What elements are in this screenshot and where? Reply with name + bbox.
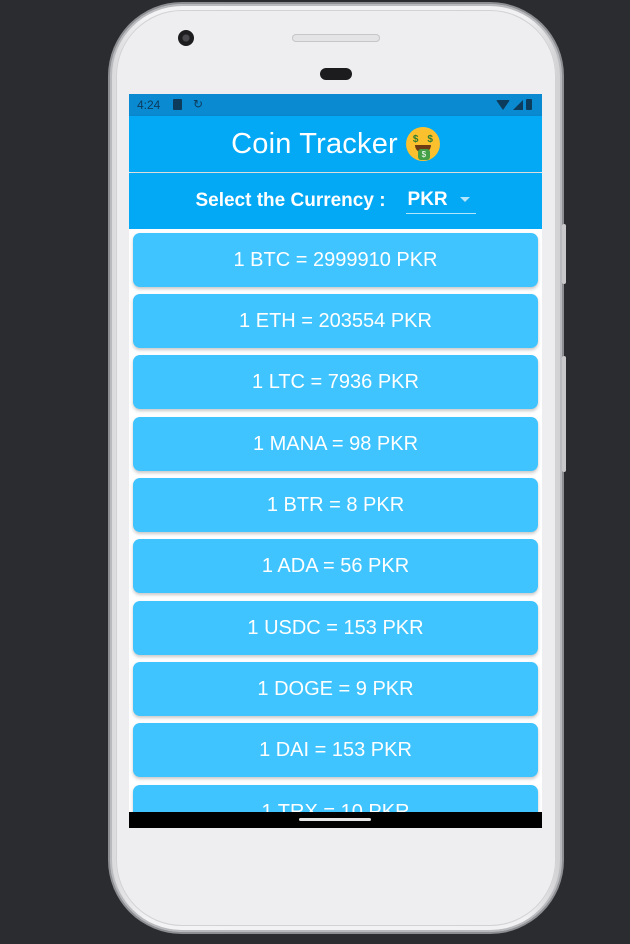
app-screen: 4:24 ↻ Coin Tracker $ $ $ Select the Curr… — [129, 94, 542, 828]
status-time: 4:24 — [137, 98, 161, 112]
app-bar: Coin Tracker $ $ $ — [129, 116, 542, 172]
sd-card-icon — [173, 99, 182, 110]
earpiece — [320, 68, 352, 80]
front-camera-icon — [178, 30, 194, 46]
coin-card-ltc[interactable]: 1 LTC = 7936 PKR — [133, 355, 538, 409]
dropdown-arrow-icon — [459, 197, 470, 202]
coin-card-ada[interactable]: 1 ADA = 56 PKR — [133, 539, 538, 593]
coin-card-eth[interactable]: 1 ETH = 203554 PKR — [133, 294, 538, 348]
wifi-icon — [496, 99, 510, 110]
volume-button — [562, 356, 566, 472]
signal-icon — [513, 99, 523, 110]
speaker-grille — [292, 34, 380, 42]
app-title: Coin Tracker — [231, 127, 398, 160]
coin-card-dai[interactable]: 1 DAI = 153 PKR — [133, 723, 538, 777]
coin-list[interactable]: 1 BTC = 2999910 PKR 1 ETH = 203554 PKR 1… — [129, 229, 542, 812]
battery-icon — [526, 99, 532, 110]
coin-card-doge[interactable]: 1 DOGE = 9 PKR — [133, 662, 538, 716]
currency-selected-value: PKR — [407, 188, 448, 210]
coin-card-mana[interactable]: 1 MANA = 98 PKR — [133, 417, 538, 471]
status-icons — [496, 99, 532, 110]
sync-icon: ↻ — [193, 97, 204, 111]
power-button — [562, 224, 566, 284]
coin-card-usdc[interactable]: 1 USDC = 153 PKR — [133, 601, 538, 655]
currency-label: Select the Currency : — [195, 190, 386, 211]
currency-selector-bar: Select the Currency : PKR — [129, 173, 542, 229]
currency-dropdown[interactable]: PKR — [405, 188, 476, 214]
coin-card-btr[interactable]: 1 BTR = 8 PKR — [133, 478, 538, 532]
status-bar: 4:24 ↻ — [129, 94, 542, 116]
coin-card-trx[interactable]: 1 TRX = 10 PKR — [133, 785, 538, 812]
money-mouth-face-icon: $ $ $ — [405, 127, 440, 161]
navigation-bar — [129, 812, 542, 828]
coin-card-btc[interactable]: 1 BTC = 2999910 PKR — [133, 233, 538, 287]
home-gesture-pill[interactable] — [299, 818, 371, 821]
